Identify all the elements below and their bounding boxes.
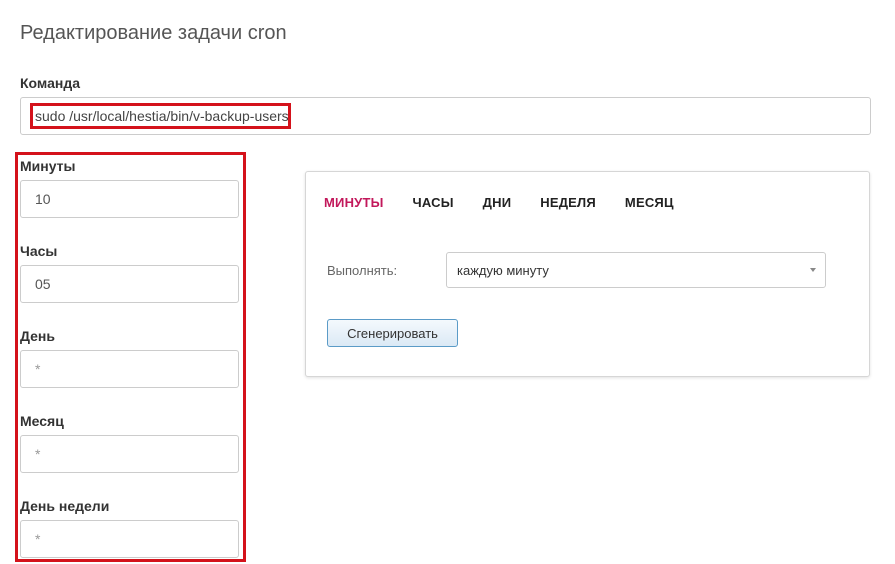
run-label: Выполнять: [327, 263, 398, 278]
page-title: Редактирование задачи cron [20, 22, 287, 44]
cron-generator-panel: МИНУТЫ ЧАСЫ ДНИ НЕДЕЛЯ МЕСЯЦ Выполнять: … [305, 171, 870, 377]
generator-tabs: МИНУТЫ ЧАСЫ ДНИ НЕДЕЛЯ МЕСЯЦ [324, 195, 703, 211]
tab-month[interactable]: МЕСЯЦ [625, 195, 674, 211]
caret-down-icon [810, 268, 816, 272]
command-highlight-box [30, 103, 291, 129]
tab-week[interactable]: НЕДЕЛЯ [540, 195, 596, 211]
command-label: Команда [20, 75, 80, 91]
run-select[interactable]: каждую минуту [446, 252, 826, 288]
tab-hours[interactable]: ЧАСЫ [413, 195, 454, 211]
generate-button[interactable]: Сгенерировать [327, 319, 458, 347]
fields-highlight-box [15, 152, 246, 562]
tab-days[interactable]: ДНИ [483, 195, 512, 211]
tab-minutes[interactable]: МИНУТЫ [324, 195, 384, 211]
run-select-value: каждую минуту [457, 262, 549, 278]
